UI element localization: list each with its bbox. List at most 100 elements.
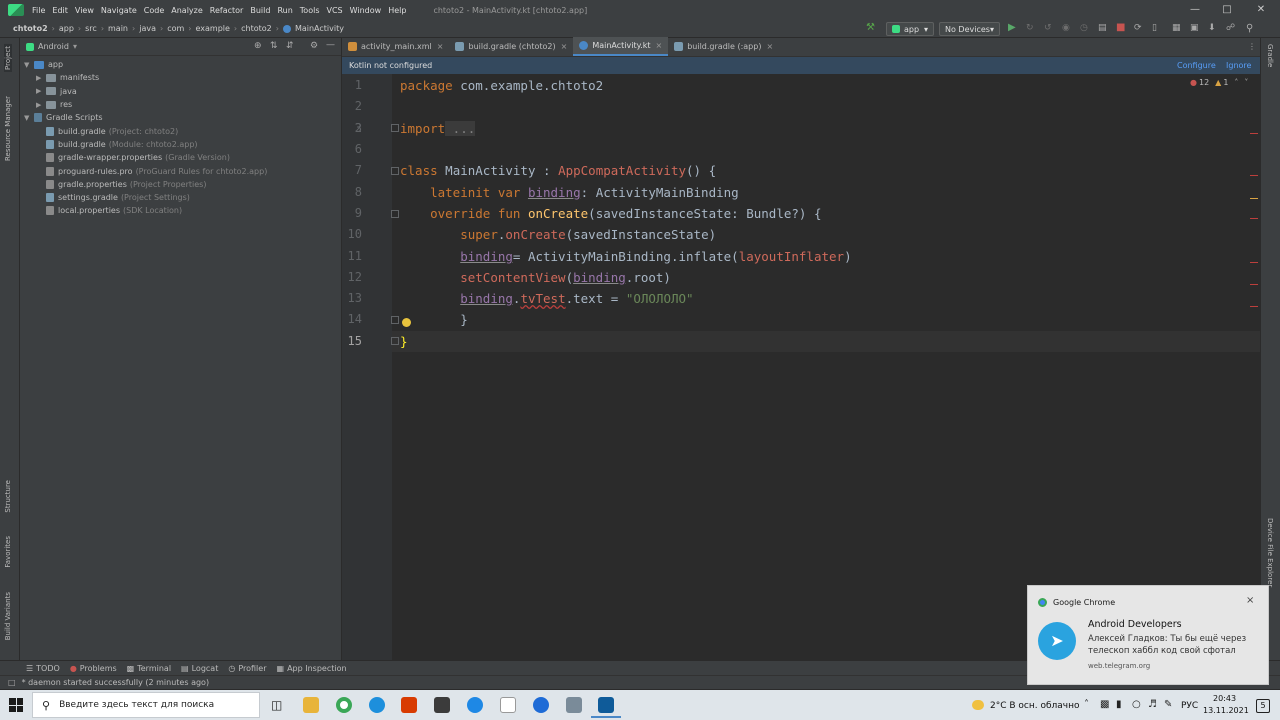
locate-icon[interactable]: ⊕ xyxy=(254,41,262,51)
app-icon[interactable] xyxy=(434,697,450,713)
breadcrumb-example[interactable]: example xyxy=(195,24,229,33)
avd-manager-icon[interactable]: ▯ xyxy=(1152,23,1157,33)
input-language[interactable]: РУС xyxy=(1181,701,1198,711)
status-message[interactable]: * daemon started successfully (2 minutes… xyxy=(22,678,210,687)
menu-code[interactable]: Code xyxy=(144,6,164,15)
notepad-icon[interactable] xyxy=(500,697,516,713)
tree-item-proguard[interactable]: proguard-rules.pro (ProGuard Rules for ch… xyxy=(20,164,341,177)
tree-item-java[interactable]: ▶ java xyxy=(20,85,341,98)
breadcrumb-com[interactable]: com xyxy=(167,24,184,33)
volume-icon[interactable]: ♬ xyxy=(1148,699,1157,710)
battery-icon[interactable]: ▮ xyxy=(1116,699,1122,710)
collapse-all-icon[interactable]: ⇵ xyxy=(286,41,294,51)
wifi-icon[interactable]: ○ xyxy=(1132,699,1141,710)
tree-item-gradle-wrapper[interactable]: gradle-wrapper.properties (Gradle Version… xyxy=(20,151,341,164)
menu-help[interactable]: Help xyxy=(388,6,406,15)
logcat-tool-tab[interactable]: ▤ Logcat xyxy=(181,664,218,673)
fold-marker-icon[interactable] xyxy=(391,316,399,324)
tree-item-local-properties[interactable]: local.properties (SDK Location) xyxy=(20,204,341,217)
device-manager-icon[interactable]: ☍ xyxy=(1226,23,1235,33)
tree-item-app[interactable]: ▼ app xyxy=(20,58,341,71)
chevron-right-icon[interactable]: ▶ xyxy=(36,87,46,95)
android-studio-icon[interactable] xyxy=(598,697,614,713)
tree-item-settings-gradle[interactable]: settings.gradle (Project Settings) xyxy=(20,191,341,204)
todo-tool-tab[interactable]: ☰ TODO xyxy=(26,664,60,673)
breadcrumb-project[interactable]: chtoto2 xyxy=(13,24,48,33)
tree-item-build-gradle-project[interactable]: build.gradle (Project: chtoto2) xyxy=(20,124,341,137)
inspection-widget[interactable]: ● 12 ▲ 1 ˄ ˅ xyxy=(1190,78,1248,87)
sdk-manager-icon[interactable]: ⬇ xyxy=(1208,23,1216,33)
chevron-right-icon[interactable]: ▶ xyxy=(36,101,46,109)
chrome-notification-toast[interactable]: Google Chrome × ➤ Android Developers Але… xyxy=(1027,585,1269,685)
chevron-down-icon[interactable]: ▼ xyxy=(24,61,34,69)
fold-marker-icon[interactable] xyxy=(391,210,399,218)
tree-item-gradle-scripts[interactable]: ▼ Gradle Scripts xyxy=(20,111,341,124)
run-icon[interactable]: ▶ xyxy=(1008,22,1016,33)
tab-activity-main-xml[interactable]: activity_main.xml × xyxy=(342,37,449,56)
gradle-tool-tab[interactable]: Gradle xyxy=(1266,44,1274,67)
configure-link[interactable]: Configure xyxy=(1177,61,1216,70)
chevron-down-icon[interactable]: ˅ xyxy=(1244,78,1248,87)
run-config-select[interactable]: app ▾ xyxy=(886,22,934,36)
network-icon[interactable]: ▩ xyxy=(1100,699,1109,710)
menu-run[interactable]: Run xyxy=(277,6,292,15)
error-stripe-mark[interactable] xyxy=(1250,175,1258,176)
app-inspection-tool-tab[interactable]: ▦ App Inspection xyxy=(277,664,347,673)
layout-inspector-icon[interactable]: ▣ xyxy=(1190,23,1199,33)
windows-start-icon[interactable] xyxy=(9,698,23,712)
tree-item-gradle-properties[interactable]: gradle.properties (Project Properties) xyxy=(20,178,341,191)
file-explorer-icon[interactable] xyxy=(303,697,319,713)
sync-gradle-icon[interactable]: ⟳ xyxy=(1134,23,1142,33)
error-stripe-mark[interactable] xyxy=(1250,218,1258,219)
project-structure-icon[interactable]: ▦ xyxy=(1172,23,1181,33)
code-editor[interactable] xyxy=(392,74,1260,660)
device-select[interactable]: No Devices ▾ xyxy=(939,22,1000,36)
fold-marker-icon[interactable] xyxy=(391,167,399,175)
chrome-icon[interactable] xyxy=(336,697,352,713)
breadcrumb-main[interactable]: main xyxy=(108,24,128,33)
maximize-icon[interactable]: □ xyxy=(1212,0,1242,20)
breadcrumb-mainactivity[interactable]: MainActivity xyxy=(295,24,344,33)
menu-view[interactable]: View xyxy=(75,6,94,15)
office-icon[interactable] xyxy=(401,697,417,713)
chevron-right-icon[interactable]: ▶ xyxy=(36,74,46,82)
menu-file[interactable]: File xyxy=(32,6,45,15)
minimize-icon[interactable]: — xyxy=(1180,0,1210,20)
menu-edit[interactable]: Edit xyxy=(52,6,68,15)
resource-manager-tool-tab[interactable]: Resource Manager xyxy=(4,96,12,161)
error-stripe-mark[interactable] xyxy=(1250,262,1258,263)
tab-mainactivity-kt[interactable]: MainActivity.kt × xyxy=(573,37,669,56)
weather-icon[interactable] xyxy=(972,700,984,710)
apply-code-icon[interactable]: ↺ xyxy=(1044,23,1052,33)
edge-icon[interactable] xyxy=(369,697,385,713)
expand-all-icon[interactable]: ⇅ xyxy=(270,41,278,51)
project-view-select[interactable]: Android xyxy=(38,42,69,51)
terminal-tool-tab[interactable]: ▩ Terminal xyxy=(127,664,171,673)
apply-changes-icon[interactable]: ↻ xyxy=(1026,23,1034,33)
tab-build-gradle-project[interactable]: build.gradle (chtoto2) × xyxy=(449,37,573,56)
close-icon[interactable]: × xyxy=(1246,595,1254,606)
toggle-panels-icon[interactable]: □ xyxy=(8,678,16,687)
error-stripe-mark[interactable] xyxy=(1250,284,1258,285)
hammer-icon[interactable]: ⚒ xyxy=(866,22,878,34)
tree-item-manifests[interactable]: ▶ manifests xyxy=(20,71,341,84)
hide-panel-icon[interactable]: — xyxy=(326,40,335,50)
structure-tool-tab[interactable]: Structure xyxy=(4,480,12,513)
app-icon[interactable] xyxy=(467,697,483,713)
close-icon[interactable]: × xyxy=(561,42,568,51)
attach-debugger-icon[interactable]: ▤ xyxy=(1098,23,1107,33)
ignore-link[interactable]: Ignore xyxy=(1226,61,1251,70)
error-stripe-mark[interactable] xyxy=(1250,306,1258,307)
debug-icon[interactable]: ◉ xyxy=(1062,23,1070,33)
menu-refactor[interactable]: Refactor xyxy=(210,6,244,15)
close-icon[interactable]: × xyxy=(437,42,444,51)
favorites-tool-tab[interactable]: Favorites xyxy=(4,536,12,568)
problems-tool-tab[interactable]: ● Problems xyxy=(70,664,117,673)
warning-stripe-mark[interactable] xyxy=(1250,198,1258,199)
error-stripe-mark[interactable] xyxy=(1250,133,1258,134)
menu-build[interactable]: Build xyxy=(250,6,270,15)
app-icon[interactable] xyxy=(566,697,582,713)
chevron-up-icon[interactable]: ˄ xyxy=(1234,78,1238,87)
fold-marker-icon[interactable] xyxy=(391,124,399,132)
more-options-icon[interactable]: ⋮ xyxy=(1248,42,1256,51)
